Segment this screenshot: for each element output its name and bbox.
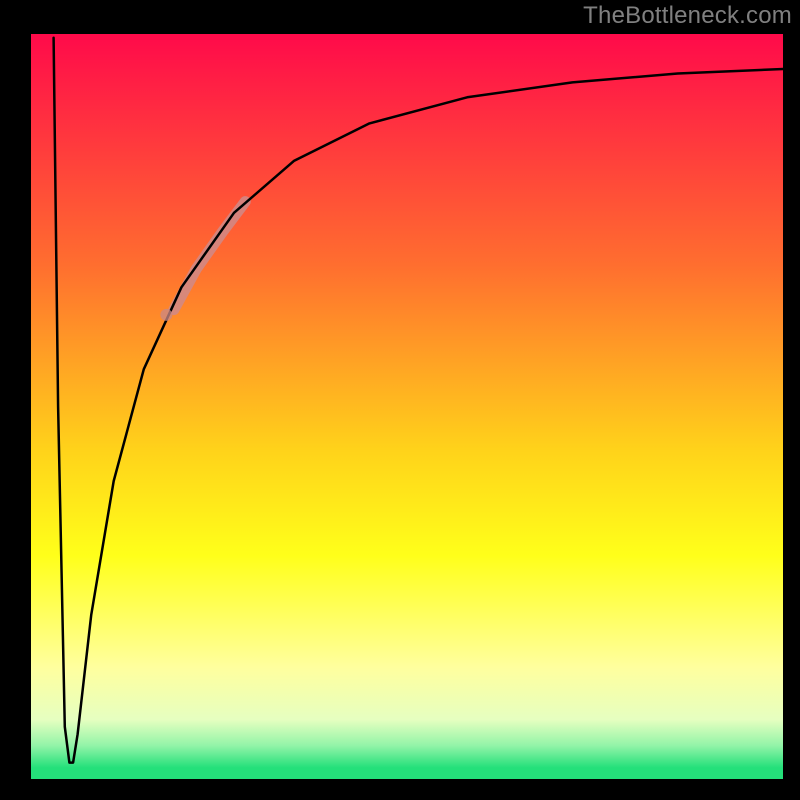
frame-border-bottom (0, 779, 800, 800)
curve-highlight-dot (160, 309, 172, 321)
bottleneck-chart (0, 0, 800, 800)
plot-background (31, 34, 783, 779)
watermark-text: TheBottleneck.com (583, 2, 792, 30)
frame-border-right (783, 0, 800, 800)
frame-border-left (0, 0, 31, 800)
chart-container: TheBottleneck.com (0, 0, 800, 800)
